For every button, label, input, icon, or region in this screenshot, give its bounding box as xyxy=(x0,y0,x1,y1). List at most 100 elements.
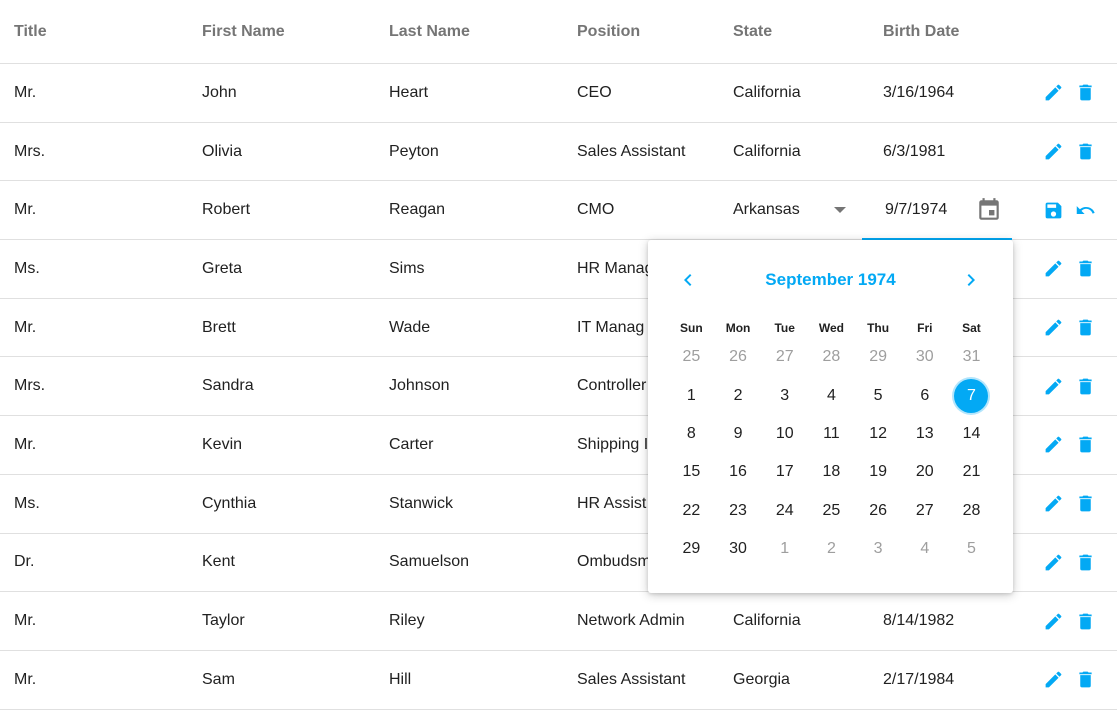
table-row[interactable]: Mrs. Olivia Peyton Sales Assistant Californi… xyxy=(0,123,1117,182)
calendar-day[interactable]: 25 xyxy=(808,492,855,530)
calendar-day-other-month[interactable]: 27 xyxy=(761,338,808,376)
birth-date-editor[interactable] xyxy=(862,181,1012,241)
calendar-day[interactable]: 13 xyxy=(901,415,948,453)
calendar-day[interactable]: 17 xyxy=(761,453,808,491)
header-birth-date[interactable]: Birth Date xyxy=(883,0,959,63)
calendar-day[interactable]: 29 xyxy=(668,530,715,568)
delete-icon[interactable] xyxy=(1075,317,1096,338)
cell-last-name: Reagan xyxy=(389,201,446,219)
calendar-day[interactable]: 21 xyxy=(948,453,995,491)
calendar-day-other-month[interactable]: 1 xyxy=(761,530,808,568)
table-row[interactable]: Mr. Robert Reagan CMO Arkansas xyxy=(0,181,1117,241)
undo-icon[interactable] xyxy=(1075,200,1096,221)
header-title[interactable]: Title xyxy=(14,0,47,63)
header-last-name[interactable]: Last Name xyxy=(389,0,470,63)
calendar-day-other-month[interactable]: 28 xyxy=(808,338,855,376)
calendar-day-other-month[interactable]: 29 xyxy=(855,338,902,376)
delete-icon[interactable] xyxy=(1075,82,1096,103)
calendar-day-selected[interactable]: 7 xyxy=(948,376,995,414)
cell-title: Mr. xyxy=(14,670,37,688)
calendar-day[interactable]: 26 xyxy=(855,492,902,530)
edit-icon[interactable] xyxy=(1043,493,1064,514)
save-icon[interactable] xyxy=(1043,200,1064,221)
edit-icon[interactable] xyxy=(1043,258,1064,279)
calendar-day-other-month[interactable]: 5 xyxy=(948,530,995,568)
delete-icon[interactable] xyxy=(1075,552,1096,573)
cell-last-name: Sims xyxy=(389,259,425,277)
calendar-day-other-month[interactable]: 4 xyxy=(901,530,948,568)
calendar-day[interactable]: 18 xyxy=(808,453,855,491)
header-state[interactable]: State xyxy=(733,0,772,63)
cell-first-name: Robert xyxy=(202,201,251,219)
calendar-day[interactable]: 8 xyxy=(668,415,715,453)
header-first-name[interactable]: First Name xyxy=(202,0,285,63)
calendar-day[interactable]: 23 xyxy=(715,492,762,530)
calendar-day-other-month[interactable]: 3 xyxy=(855,530,902,568)
edit-icon[interactable] xyxy=(1043,82,1064,103)
calendar-day[interactable]: 15 xyxy=(668,453,715,491)
calendar-day[interactable]: 22 xyxy=(668,492,715,530)
calendar-week: 29 30 1 2 3 4 5 xyxy=(668,530,995,568)
calendar-day-other-month[interactable]: 30 xyxy=(901,338,948,376)
table-row[interactable]: Mr. John Heart CEO California 3/16/1964 xyxy=(0,64,1117,123)
calendar-day[interactable]: 5 xyxy=(855,376,902,414)
edit-icon[interactable] xyxy=(1043,611,1064,632)
table-row[interactable]: Mr. Taylor Riley Network Admin California 8/1… xyxy=(0,592,1117,651)
edit-icon[interactable] xyxy=(1043,376,1064,397)
edit-icon[interactable] xyxy=(1043,434,1064,455)
cell-first-name: Cynthia xyxy=(202,494,257,512)
calendar-day[interactable]: 16 xyxy=(715,453,762,491)
calendar-day-other-month[interactable]: 2 xyxy=(808,530,855,568)
delete-icon[interactable] xyxy=(1075,611,1096,632)
edit-icon[interactable] xyxy=(1043,317,1064,338)
calendar-icon[interactable] xyxy=(976,197,1002,223)
row-actions xyxy=(1043,123,1096,181)
delete-icon[interactable] xyxy=(1075,376,1096,397)
delete-icon[interactable] xyxy=(1075,141,1096,162)
header-position[interactable]: Position xyxy=(577,0,640,63)
calendar-day[interactable]: 24 xyxy=(761,492,808,530)
calendar-day[interactable]: 9 xyxy=(715,415,762,453)
cell-state: California xyxy=(733,612,801,630)
delete-icon[interactable] xyxy=(1075,669,1096,690)
calendar-grid: Sun Mon Tue Wed Thu Fri Sat 25 26 27 28 29 30 31 1 2 3 4… xyxy=(668,318,995,568)
calendar-week: 8 9 10 11 12 13 14 xyxy=(668,415,995,453)
calendar-day-other-month[interactable]: 26 xyxy=(715,338,762,376)
state-select[interactable]: Arkansas xyxy=(733,181,848,239)
edit-icon[interactable] xyxy=(1043,669,1064,690)
dropdown-caret-icon[interactable] xyxy=(834,207,846,214)
cell-title: Mrs. xyxy=(14,142,46,160)
calendar-day[interactable]: 27 xyxy=(901,492,948,530)
calendar-day[interactable]: 2 xyxy=(715,376,762,414)
calendar-day[interactable]: 4 xyxy=(808,376,855,414)
calendar-day[interactable]: 3 xyxy=(761,376,808,414)
calendar-day[interactable]: 10 xyxy=(761,415,808,453)
cell-birth-date: 8/14/1982 xyxy=(883,612,955,630)
cell-title: Ms. xyxy=(14,494,40,512)
cell-first-name: John xyxy=(202,83,237,101)
calendar-week: 1234567 xyxy=(668,376,995,414)
calendar-day[interactable]: 14 xyxy=(948,415,995,453)
calendar-day[interactable]: 28 xyxy=(948,492,995,530)
calendar-week: 15 16 17 18 19 20 21 xyxy=(668,453,995,491)
cell-title: Dr. xyxy=(14,553,35,571)
calendar-day[interactable]: 20 xyxy=(901,453,948,491)
edit-icon[interactable] xyxy=(1043,552,1064,573)
birth-date-input[interactable] xyxy=(883,199,987,220)
row-actions xyxy=(1043,592,1096,650)
calendar-day-other-month[interactable]: 31 xyxy=(948,338,995,376)
cell-last-name: Heart xyxy=(389,83,429,101)
delete-icon[interactable] xyxy=(1075,434,1096,455)
chevron-right-icon[interactable] xyxy=(959,268,983,292)
delete-icon[interactable] xyxy=(1075,493,1096,514)
calendar-day[interactable]: 1 xyxy=(668,376,715,414)
calendar-day[interactable]: 11 xyxy=(808,415,855,453)
edit-icon[interactable] xyxy=(1043,141,1064,162)
calendar-day-other-month[interactable]: 25 xyxy=(668,338,715,376)
calendar-day[interactable]: 19 xyxy=(855,453,902,491)
calendar-day[interactable]: 6 xyxy=(901,376,948,414)
delete-icon[interactable] xyxy=(1075,258,1096,279)
calendar-day[interactable]: 30 xyxy=(715,530,762,568)
table-row[interactable]: Mr. Sam Hill Sales Assistant Georgia 2/17/198… xyxy=(0,651,1117,710)
calendar-day[interactable]: 12 xyxy=(855,415,902,453)
